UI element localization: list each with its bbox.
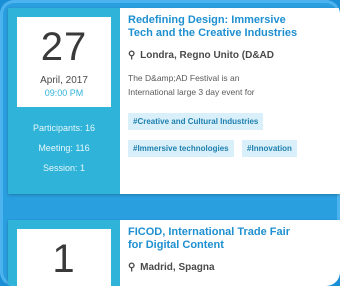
event-title-line2[interactable]: Tech and the Creative Industries (128, 27, 334, 40)
event-tags: #Creative and Cultural Industries #Immer… (128, 111, 334, 157)
event-day: 1 (52, 237, 76, 281)
event-desc-line2: International large 3 day event for (128, 87, 255, 97)
event-time: 09:00 PM (44, 88, 84, 98)
event-date-panel: 1 (8, 220, 120, 286)
event-description: The D&amp;AD Festival is an Internationa… (128, 71, 334, 99)
tag-immersive-technologies[interactable]: #Immersive technologies (128, 140, 234, 157)
tag-creative-industries[interactable]: #Creative and Cultural Industries (128, 113, 264, 130)
event-details: FICOD, International Trade Fair for Digi… (120, 220, 340, 286)
event-location-text: Londra, Regno Unito (D&AD (140, 50, 274, 61)
session-count: Session: 1 (42, 163, 86, 173)
event-title-line1[interactable]: Redefining Design: Immersive (128, 14, 334, 27)
date-box: 1 (14, 226, 114, 286)
screen-frame: 27 April, 2017 09:00 PM Participants: 16… (0, 0, 340, 286)
tag-row: #Immersive technologies #Innovation (128, 138, 334, 157)
event-title-line2[interactable]: for Digital Content (128, 239, 334, 252)
meeting-count: Meeting: 116 (38, 143, 90, 153)
event-stats: Participants: 16 Meeting: 116 Session: 1 (8, 118, 120, 178)
event-month: April, 2017 (40, 75, 88, 86)
map-pin-icon: ⚲ (128, 50, 136, 61)
event-date-panel: 27 April, 2017 09:00 PM Participants: 16… (8, 8, 120, 194)
event-details: Redefining Design: Immersive Tech and th… (120, 8, 340, 194)
event-desc-line1: The D&amp;AD Festival is an (128, 73, 240, 83)
event-location: ⚲ Madrid, Spagna (128, 262, 334, 273)
event-card[interactable]: 27 April, 2017 09:00 PM Participants: 16… (8, 8, 340, 194)
event-location-text: Madrid, Spagna (140, 262, 215, 273)
event-title-line1[interactable]: FICOD, International Trade Fair (128, 226, 334, 239)
tag-innovation[interactable]: #Innovation (242, 140, 297, 157)
event-card[interactable]: 1 FICOD, International Trade Fair for Di… (8, 220, 340, 286)
event-day: 27 (40, 25, 88, 69)
date-box: 27 April, 2017 09:00 PM (14, 14, 114, 110)
tag-row: #Creative and Cultural Industries (128, 111, 334, 130)
participants-count: Participants: 16 (32, 123, 96, 133)
map-pin-icon: ⚲ (128, 262, 136, 273)
event-location: ⚲ Londra, Regno Unito (D&AD (128, 50, 334, 61)
